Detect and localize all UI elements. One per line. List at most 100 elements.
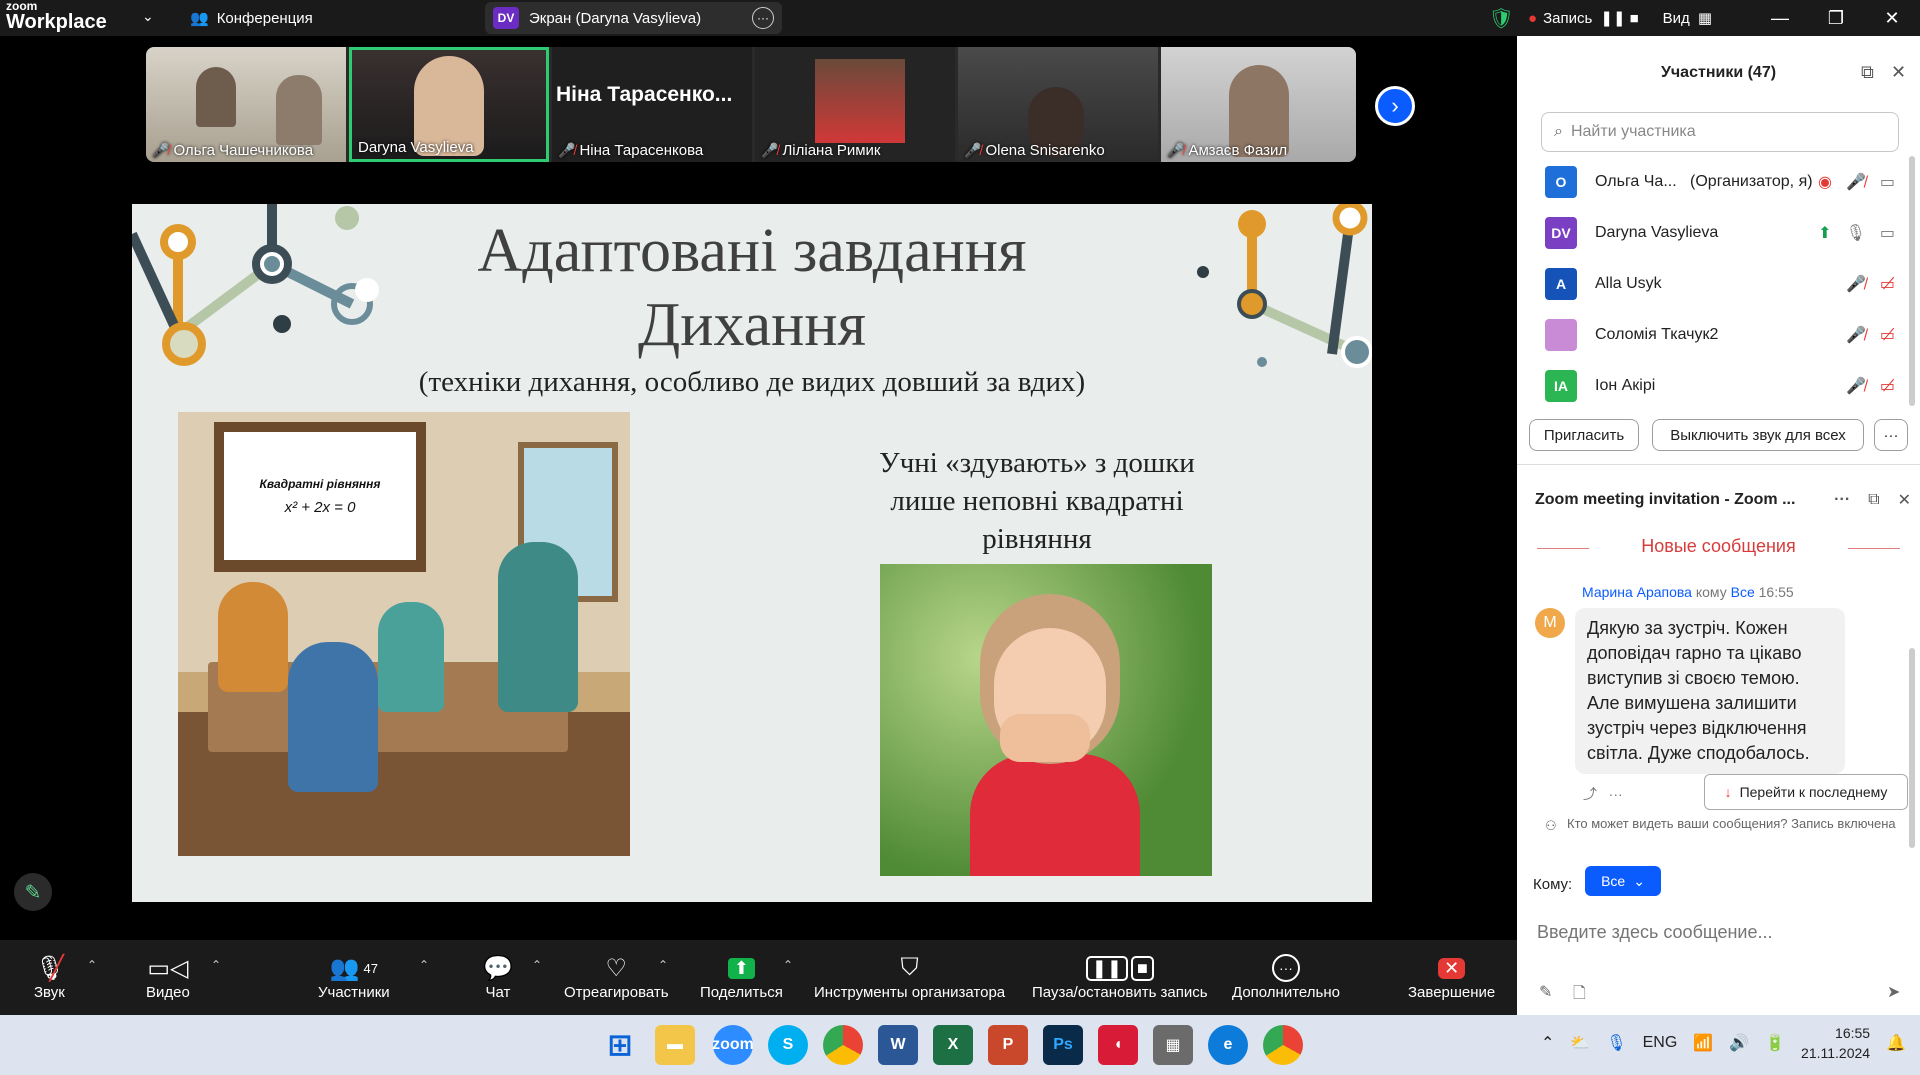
participant-row[interactable]: A Alla Usyk 🎤̸ ▭̸ (1545, 266, 1895, 302)
more-icon[interactable]: ··· (1834, 491, 1850, 509)
close-chat-icon[interactable]: ✕ (1898, 490, 1911, 510)
chrome-profile-icon[interactable] (1263, 1025, 1303, 1065)
more-options-icon[interactable]: ··· (752, 7, 774, 29)
chat-button[interactable]: 💬 Чат (483, 952, 513, 1002)
avatar: A (1545, 268, 1577, 300)
windows-start-icon[interactable]: ⊞ (600, 1025, 640, 1065)
wifi-icon[interactable]: 📶 (1693, 1033, 1713, 1053)
conference-label: Конференция (216, 9, 313, 27)
next-page-button[interactable]: › (1375, 86, 1415, 126)
more-button[interactable]: ··· Дополнительно (1232, 952, 1340, 1001)
video-tile[interactable]: 🎤̸ Амзаєв Фазил (1161, 47, 1356, 162)
pause-record-button[interactable]: ❚❚ ■ Пауза/остановить запись (1032, 952, 1208, 1001)
participants-scrollbar[interactable] (1909, 156, 1915, 406)
excel-icon[interactable]: X (933, 1025, 973, 1065)
camera-icon: ▭◁ (147, 954, 189, 982)
notifications-icon[interactable]: 🔔 (1886, 1033, 1906, 1053)
reply-icon[interactable]: ⤴ (1583, 786, 1597, 802)
shield-check-icon[interactable]: 🛡 (1489, 6, 1514, 31)
mic-icon[interactable]: 🎙 (1606, 1033, 1626, 1053)
language-indicator[interactable]: ENG (1643, 1034, 1678, 1052)
privacy-note[interactable]: ⚇ Кто может видеть ваши сообщения? Запис… (1545, 816, 1905, 833)
mic-muted-icon: 🎤̸ (1167, 142, 1185, 158)
close-icon[interactable]: ✕ (1864, 0, 1920, 36)
video-options-caret[interactable]: ⌃ (211, 958, 221, 972)
calculator-icon[interactable]: ▦ (1153, 1025, 1193, 1065)
heart-icon: ♡ (605, 954, 628, 982)
volume-icon[interactable]: 🔊 (1729, 1033, 1749, 1053)
annotate-pencil-button[interactable]: ✎ (14, 873, 52, 911)
file-icon[interactable]: 🗋 (1573, 982, 1586, 1009)
minimize-icon[interactable]: — (1752, 0, 1808, 36)
format-icon[interactable]: ✎ (1539, 982, 1552, 1002)
skype-icon[interactable]: S (768, 1025, 808, 1065)
react-button[interactable]: ♡ Отреагировать (564, 952, 669, 1002)
view-label[interactable]: Вид (1663, 10, 1690, 27)
participant-figure (276, 75, 322, 145)
message-meta: Марина Арапова кому Все 16:55 (1582, 584, 1794, 600)
network-off-icon[interactable]: ⛅ (1570, 1033, 1590, 1053)
message-input[interactable] (1537, 912, 1907, 952)
video-tile[interactable]: 🎤̸ Olena Snisarenko (958, 47, 1158, 162)
chat-options-caret[interactable]: ⌃ (532, 958, 542, 972)
pause-record-icon[interactable]: ❚❚ ■ (1600, 9, 1638, 27)
video-tile-label: 🎤̸ Ольга Чашечникова (152, 142, 314, 159)
share-button[interactable]: ⬆ Поделиться (700, 952, 783, 1001)
send-icon[interactable]: ➤ (1887, 982, 1900, 1002)
conference-menu[interactable]: 👥 Конференция (190, 6, 313, 30)
mic-muted-icon: 🎤̸ (1845, 276, 1866, 293)
video-tile[interactable]: Daryna Vasylieva (349, 47, 549, 162)
battery-icon[interactable]: 🔋 (1765, 1033, 1785, 1053)
video-tile-label: 🎤̸ Ніна Тарасенкова (558, 142, 704, 159)
chrome-icon[interactable] (823, 1025, 863, 1065)
chevron-up-icon[interactable]: ⌃ (1541, 1033, 1554, 1053)
grid-view-icon[interactable]: ▦ (1698, 9, 1712, 27)
meeting-toolbar: 🎙 ╱ Звук ⌃ ▭◁ Видео ⌃ 👥 47 Участники ⌃ 💬 Ч… (0, 940, 1517, 1015)
participant-row[interactable]: IA Іон Акірі 🎤̸ ▭̸ (1545, 368, 1895, 404)
chat-scrollbar[interactable] (1909, 648, 1915, 848)
recording-label[interactable]: Запись (1543, 10, 1592, 27)
message-sender[interactable]: Марина Арапова (1582, 584, 1692, 600)
video-tile[interactable]: Ніна Тарасенко... 🎤̸ Ніна Тарасенкова (552, 47, 752, 162)
close-panel-icon[interactable]: ✕ (1891, 62, 1906, 83)
chevron-down-icon: ⌄ (1633, 872, 1645, 889)
chat-label: Чат (485, 984, 511, 1001)
restore-icon[interactable]: ❐ (1808, 0, 1864, 36)
chevron-down-icon[interactable]: ⌄ (142, 8, 154, 25)
participants-button[interactable]: 👥 47 Участники (318, 952, 390, 1002)
participant-row[interactable]: O Ольга Ча... (Организатор, я) ◉ 🎤̸ ▭ (1545, 164, 1895, 200)
file-explorer-icon[interactable]: ▬ (655, 1025, 695, 1065)
word-icon[interactable]: W (878, 1025, 918, 1065)
recipient-select[interactable]: Все ⌄ (1585, 866, 1661, 896)
edge-icon[interactable]: e (1208, 1025, 1248, 1065)
host-tools-button[interactable]: ⛉ Инструменты организатора (814, 952, 1005, 1001)
app-icon[interactable]: ◖ (1098, 1025, 1138, 1065)
audio-options-caret[interactable]: ⌃ (87, 958, 97, 972)
powerpoint-icon[interactable]: P (988, 1025, 1028, 1065)
mute-all-button[interactable]: Выключить звук для всех (1652, 419, 1864, 451)
react-options-caret[interactable]: ⌃ (658, 958, 668, 972)
video-tile[interactable]: 🎤̸ Ліліана Римик (755, 47, 955, 162)
shield-icon: ⛉ (900, 954, 919, 981)
screen-share-pill[interactable]: DV Экран (Daryna Vasylieva) ··· (485, 2, 782, 34)
jump-to-latest-button[interactable]: ↓ Перейти к последнему (1704, 774, 1908, 810)
participants-label: Участники (318, 984, 390, 1001)
video-button[interactable]: ▭◁ Видео (146, 952, 190, 1002)
participant-search-input[interactable]: ⌕ Найти участника (1541, 112, 1899, 152)
invite-button[interactable]: Пригласить (1529, 419, 1639, 451)
video-tile-label: 🎤̸ Ліліана Римик (761, 142, 881, 159)
participant-row[interactable]: Соломія Ткачук2 🎤̸ ▭̸ (1545, 317, 1895, 353)
popout-icon[interactable]: ⧉ (1868, 491, 1879, 509)
more-participants-button[interactable]: ··· (1874, 419, 1908, 451)
share-options-caret[interactable]: ⌃ (783, 958, 793, 972)
popout-icon[interactable]: ⧉ (1861, 62, 1874, 83)
participants-options-caret[interactable]: ⌃ (419, 958, 429, 972)
zoom-app-icon[interactable]: zoom (712, 1025, 754, 1065)
audio-button[interactable]: 🎙 ╱ Звук (34, 952, 65, 1002)
more-icon[interactable]: ··· (1609, 786, 1623, 802)
end-meeting-button[interactable]: ✕ Завершение (1408, 952, 1495, 1001)
photoshop-icon[interactable]: Ps (1043, 1025, 1083, 1065)
participant-row[interactable]: DV Daryna Vasylieva ⬆ 🎙 ▭ (1545, 215, 1895, 251)
video-tile[interactable]: 🎤̸ Ольга Чашечникова (146, 47, 346, 162)
clock[interactable]: 16:55 21.11.2024 (1801, 1023, 1870, 1063)
